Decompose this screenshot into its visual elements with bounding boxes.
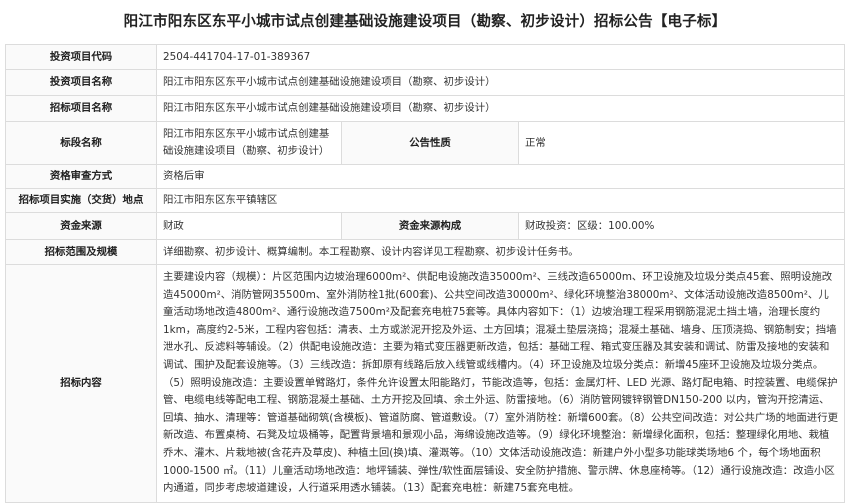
value-section: 阳江市阳东区东平小城市试点创建基础设施建设项目（勘察、初步设计）: [156, 121, 342, 165]
value-content: 主要建设内容（规模）：片区范围内边坡治理6000m²、供配电设施改造35000m…: [156, 264, 845, 503]
label-scope: 招标范围及规模: [5, 239, 157, 265]
table-row: 招标项目实施（交货）地点 阳江市阳东区东平镇辖区: [5, 188, 845, 213]
value-scope: 详细勘察、初步设计、概算编制。本工程勘察、设计内容详见工程勘察、初步设计任务书。: [156, 239, 845, 265]
label-qualification: 资格审查方式: [5, 164, 157, 189]
value-location: 阳江市阳东区东平镇辖区: [156, 188, 845, 213]
value-funding-structure: 财政投资：区级：100.00%: [518, 212, 845, 240]
table-row: 标段名称 阳江市阳东区东平小城市试点创建基础设施建设项目（勘察、初步设计） 公告…: [5, 121, 845, 165]
table-row: 招标项目名称 阳江市阳东区东平小城市试点创建基础设施建设项目（勘察、初步设计）: [5, 95, 845, 122]
page-title: 阳江市阳东区东平小城市试点创建基础设施建设项目（勘察、初步设计）招标公告【电子标…: [123, 14, 727, 30]
label-funding: 资金来源: [5, 212, 157, 240]
table-row: 投资项目名称 阳江市阳东区东平小城市试点创建基础设施建设项目（勘察、初步设计）: [5, 69, 845, 96]
table-row: 资格审查方式 资格后审: [5, 164, 845, 189]
value-notice-type: 正常: [518, 121, 845, 165]
label-project-code: 投资项目代码: [5, 44, 157, 70]
label-content: 招标内容: [5, 264, 157, 503]
label-invest-name: 投资项目名称: [5, 69, 157, 96]
value-funding: 财政: [156, 212, 342, 240]
label-notice-type: 公告性质: [341, 121, 519, 165]
label-bid-name: 招标项目名称: [5, 95, 157, 122]
table-row: 招标范围及规模 详细勘察、初步设计、概算编制。本工程勘察、设计内容详见工程勘察、…: [5, 239, 845, 265]
announcement-table: 投资项目代码 2504-441704-17-01-389367 投资项目名称 阳…: [5, 44, 845, 503]
value-bid-name: 阳江市阳东区东平小城市试点创建基础设施建设项目（勘察、初步设计）: [156, 95, 845, 122]
value-qualification: 资格后审: [156, 164, 845, 189]
label-section: 标段名称: [5, 121, 157, 165]
table-row: 资金来源 财政 资金来源构成 财政投资：区级：100.00%: [5, 212, 845, 240]
value-invest-name: 阳江市阳东区东平小城市试点创建基础设施建设项目（勘察、初步设计）: [156, 69, 845, 96]
label-location: 招标项目实施（交货）地点: [5, 188, 157, 213]
value-project-code: 2504-441704-17-01-389367: [156, 44, 845, 70]
label-funding-structure: 资金来源构成: [341, 212, 519, 240]
table-row: 投资项目代码 2504-441704-17-01-389367: [5, 44, 845, 70]
table-row: 招标内容 主要建设内容（规模）：片区范围内边坡治理6000m²、供配电设施改造3…: [5, 264, 845, 503]
